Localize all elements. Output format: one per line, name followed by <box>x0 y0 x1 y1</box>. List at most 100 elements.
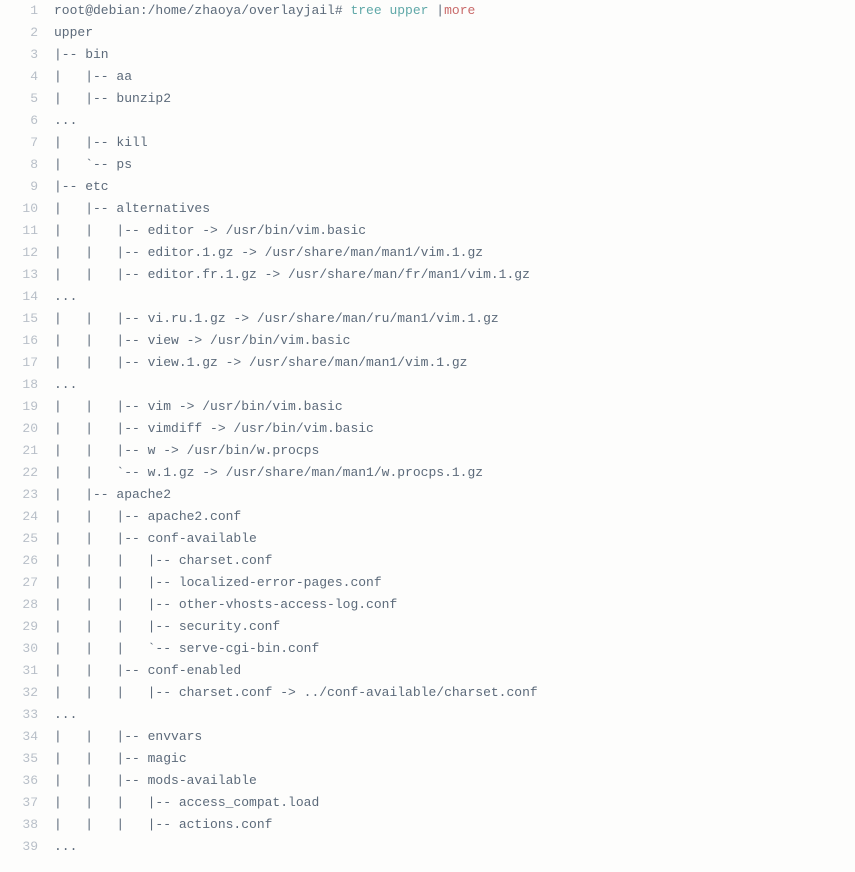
code-segment: | | |-- vi.ru.1.gz -> /usr/share/man/ru/… <box>54 311 499 326</box>
code-segment: root@debian:/home/zhaoya/overlayjail# <box>54 3 350 18</box>
code-line: | | |-- apache2.conf <box>54 506 855 528</box>
line-number: 25 <box>0 528 38 550</box>
code-line: | | |-- vim -> /usr/bin/vim.basic <box>54 396 855 418</box>
line-number: 28 <box>0 594 38 616</box>
code-line: | | |-- w -> /usr/bin/w.procps <box>54 440 855 462</box>
code-line: | |-- bunzip2 <box>54 88 855 110</box>
line-number: 13 <box>0 264 38 286</box>
code-block: 1234567891011121314151617181920212223242… <box>0 0 855 858</box>
code-segment: | | | |-- other-vhosts-access-log.conf <box>54 597 397 612</box>
code-line: | | | |-- other-vhosts-access-log.conf <box>54 594 855 616</box>
code-segment: tree upper <box>350 3 436 18</box>
code-segment: upper <box>54 25 93 40</box>
code-segment: | | |-- editor.1.gz -> /usr/share/man/ma… <box>54 245 483 260</box>
code-line: | | |-- view.1.gz -> /usr/share/man/man1… <box>54 352 855 374</box>
code-segment: | | |-- vim -> /usr/bin/vim.basic <box>54 399 343 414</box>
code-line: root@debian:/home/zhaoya/overlayjail# tr… <box>54 0 855 22</box>
line-number: 35 <box>0 748 38 770</box>
code-line: | | |-- conf-available <box>54 528 855 550</box>
line-number: 15 <box>0 308 38 330</box>
code-line: ... <box>54 836 855 858</box>
code-segment: | `-- ps <box>54 157 132 172</box>
code-segment: more <box>444 3 475 18</box>
code-line: ... <box>54 374 855 396</box>
line-number: 19 <box>0 396 38 418</box>
code-segment: | |-- aa <box>54 69 132 84</box>
code-segment: | |-- apache2 <box>54 487 171 502</box>
code-line: | | | |-- actions.conf <box>54 814 855 836</box>
code-segment: | | |-- w -> /usr/bin/w.procps <box>54 443 319 458</box>
line-number: 3 <box>0 44 38 66</box>
code-segment: | | | |-- charset.conf -> ../conf-availa… <box>54 685 538 700</box>
code-line: ... <box>54 286 855 308</box>
code-line: | | |-- magic <box>54 748 855 770</box>
code-segment: | |-- alternatives <box>54 201 210 216</box>
line-number: 1 <box>0 0 38 22</box>
code-line: | |-- kill <box>54 132 855 154</box>
code-line: | | | |-- access_compat.load <box>54 792 855 814</box>
line-number-gutter: 1234567891011121314151617181920212223242… <box>0 0 46 858</box>
line-number: 20 <box>0 418 38 440</box>
line-number: 18 <box>0 374 38 396</box>
code-line: | | |-- mods-available <box>54 770 855 792</box>
code-line: | `-- ps <box>54 154 855 176</box>
code-segment: | | |-- mods-available <box>54 773 257 788</box>
code-content: root@debian:/home/zhaoya/overlayjail# tr… <box>46 0 855 858</box>
code-line: | | |-- editor.1.gz -> /usr/share/man/ma… <box>54 242 855 264</box>
line-number: 2 <box>0 22 38 44</box>
code-segment: ... <box>54 113 77 128</box>
line-number: 14 <box>0 286 38 308</box>
code-line: ... <box>54 110 855 132</box>
line-number: 5 <box>0 88 38 110</box>
code-segment: | | | |-- security.conf <box>54 619 280 634</box>
code-segment: | | | |-- actions.conf <box>54 817 272 832</box>
code-segment: | |-- kill <box>54 135 148 150</box>
code-line: | | |-- conf-enabled <box>54 660 855 682</box>
line-number: 36 <box>0 770 38 792</box>
line-number: 27 <box>0 572 38 594</box>
code-segment: ... <box>54 707 77 722</box>
line-number: 6 <box>0 110 38 132</box>
line-number: 10 <box>0 198 38 220</box>
code-line: | | | |-- localized-error-pages.conf <box>54 572 855 594</box>
code-line: | | |-- vi.ru.1.gz -> /usr/share/man/ru/… <box>54 308 855 330</box>
code-segment: |-- etc <box>54 179 109 194</box>
line-number: 8 <box>0 154 38 176</box>
code-segment: | | |-- view.1.gz -> /usr/share/man/man1… <box>54 355 467 370</box>
code-segment: | | |-- vimdiff -> /usr/bin/vim.basic <box>54 421 374 436</box>
code-segment: | | | `-- serve-cgi-bin.conf <box>54 641 319 656</box>
code-line: | | | |-- charset.conf <box>54 550 855 572</box>
line-number: 26 <box>0 550 38 572</box>
code-segment: | | | |-- localized-error-pages.conf <box>54 575 382 590</box>
code-line: | | `-- w.1.gz -> /usr/share/man/man1/w.… <box>54 462 855 484</box>
code-segment: | | |-- magic <box>54 751 187 766</box>
code-segment: ... <box>54 377 77 392</box>
line-number: 17 <box>0 352 38 374</box>
line-number: 11 <box>0 220 38 242</box>
line-number: 23 <box>0 484 38 506</box>
code-segment: | |-- bunzip2 <box>54 91 171 106</box>
line-number: 31 <box>0 660 38 682</box>
code-line: | | |-- editor.fr.1.gz -> /usr/share/man… <box>54 264 855 286</box>
line-number: 24 <box>0 506 38 528</box>
code-line: | | |-- vimdiff -> /usr/bin/vim.basic <box>54 418 855 440</box>
code-segment: ... <box>54 289 77 304</box>
code-segment: | <box>436 3 444 18</box>
line-number: 30 <box>0 638 38 660</box>
line-number: 34 <box>0 726 38 748</box>
code-segment: | | |-- apache2.conf <box>54 509 241 524</box>
line-number: 7 <box>0 132 38 154</box>
code-segment: |-- bin <box>54 47 109 62</box>
line-number: 29 <box>0 616 38 638</box>
code-line: | |-- aa <box>54 66 855 88</box>
line-number: 22 <box>0 462 38 484</box>
line-number: 33 <box>0 704 38 726</box>
code-line: | | | `-- serve-cgi-bin.conf <box>54 638 855 660</box>
line-number: 37 <box>0 792 38 814</box>
code-segment: | | | |-- access_compat.load <box>54 795 319 810</box>
code-line: |-- etc <box>54 176 855 198</box>
code-segment: | | | |-- charset.conf <box>54 553 272 568</box>
line-number: 16 <box>0 330 38 352</box>
code-line: upper <box>54 22 855 44</box>
code-segment: | | |-- envvars <box>54 729 202 744</box>
